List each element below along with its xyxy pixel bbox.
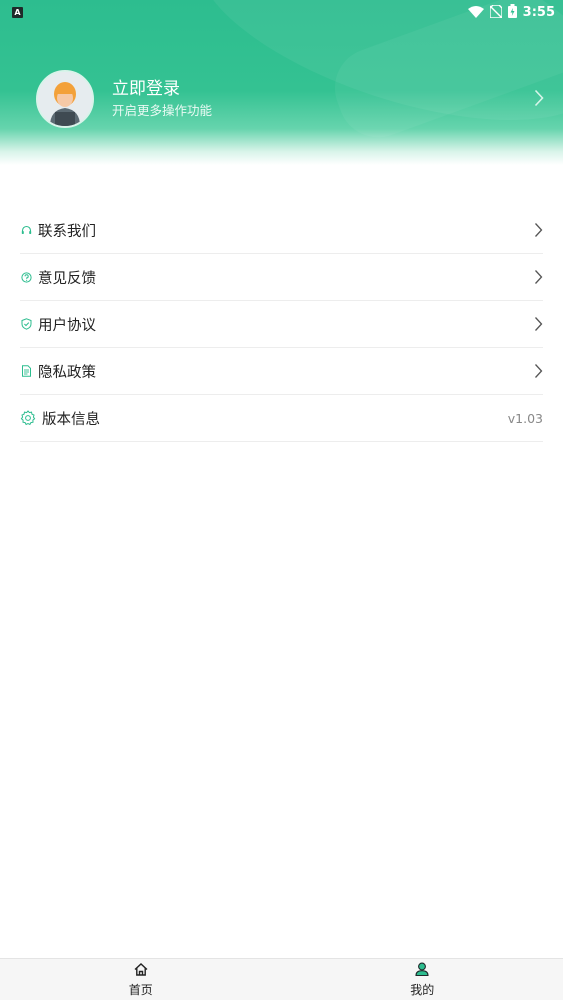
tab-home[interactable]: 首页 [0, 959, 282, 1000]
headset-icon [20, 224, 32, 236]
login-subtitle: 开启更多操作功能 [112, 103, 213, 118]
no-sim-icon [488, 3, 503, 22]
gear-icon [20, 410, 36, 426]
status-time: 3:55 [522, 4, 555, 20]
menu-item-privacy-policy[interactable]: 隐私政策 [20, 348, 543, 395]
menu-item-label: 用户协议 [38, 317, 96, 334]
menu-item-user-agreement[interactable]: 用户协议 [20, 301, 543, 348]
user-icon [415, 961, 429, 980]
menu-item-label: 意见反馈 [38, 270, 96, 287]
login-title[interactable]: 立即登录 [112, 78, 212, 100]
home-icon [134, 961, 148, 980]
tab-mine[interactable]: 我的 [282, 959, 563, 1000]
version-value: v1.03 [507, 410, 543, 426]
chevron-right-icon [534, 348, 543, 394]
shield-check-icon [20, 318, 32, 330]
chevron-right-icon [534, 301, 543, 347]
tab-label: 我的 [410, 983, 435, 997]
question-icon [20, 271, 32, 283]
profile-header: A 3:55 立即登录 开启更多操作功能 [0, 0, 563, 165]
bottom-tab-bar: 首页 我的 [0, 958, 563, 1000]
status-bar: A 3:55 [0, 0, 563, 24]
avatar[interactable] [36, 70, 94, 128]
menu-item-contact-us[interactable]: 联系我们 [20, 207, 543, 254]
settings-menu: 联系我们 意见反馈 用户协议 隐私政策 版本信息 v1.03 [20, 207, 543, 442]
menu-item-label: 联系我们 [38, 223, 96, 240]
login-row[interactable]: 立即登录 开启更多操作功能 [36, 69, 548, 129]
chevron-right-icon [534, 254, 543, 300]
menu-item-version-info[interactable]: 版本信息 v1.03 [20, 395, 543, 442]
notification-icon: A [12, 6, 23, 18]
menu-item-feedback[interactable]: 意见反馈 [20, 254, 543, 301]
chevron-right-icon[interactable] [534, 89, 544, 111]
wifi-icon [467, 3, 484, 22]
chevron-right-icon [534, 207, 543, 253]
menu-item-label: 隐私政策 [38, 364, 96, 381]
menu-item-label: 版本信息 [42, 411, 100, 428]
tab-label: 首页 [128, 983, 153, 997]
document-icon [20, 365, 32, 377]
battery-icon [507, 3, 517, 22]
